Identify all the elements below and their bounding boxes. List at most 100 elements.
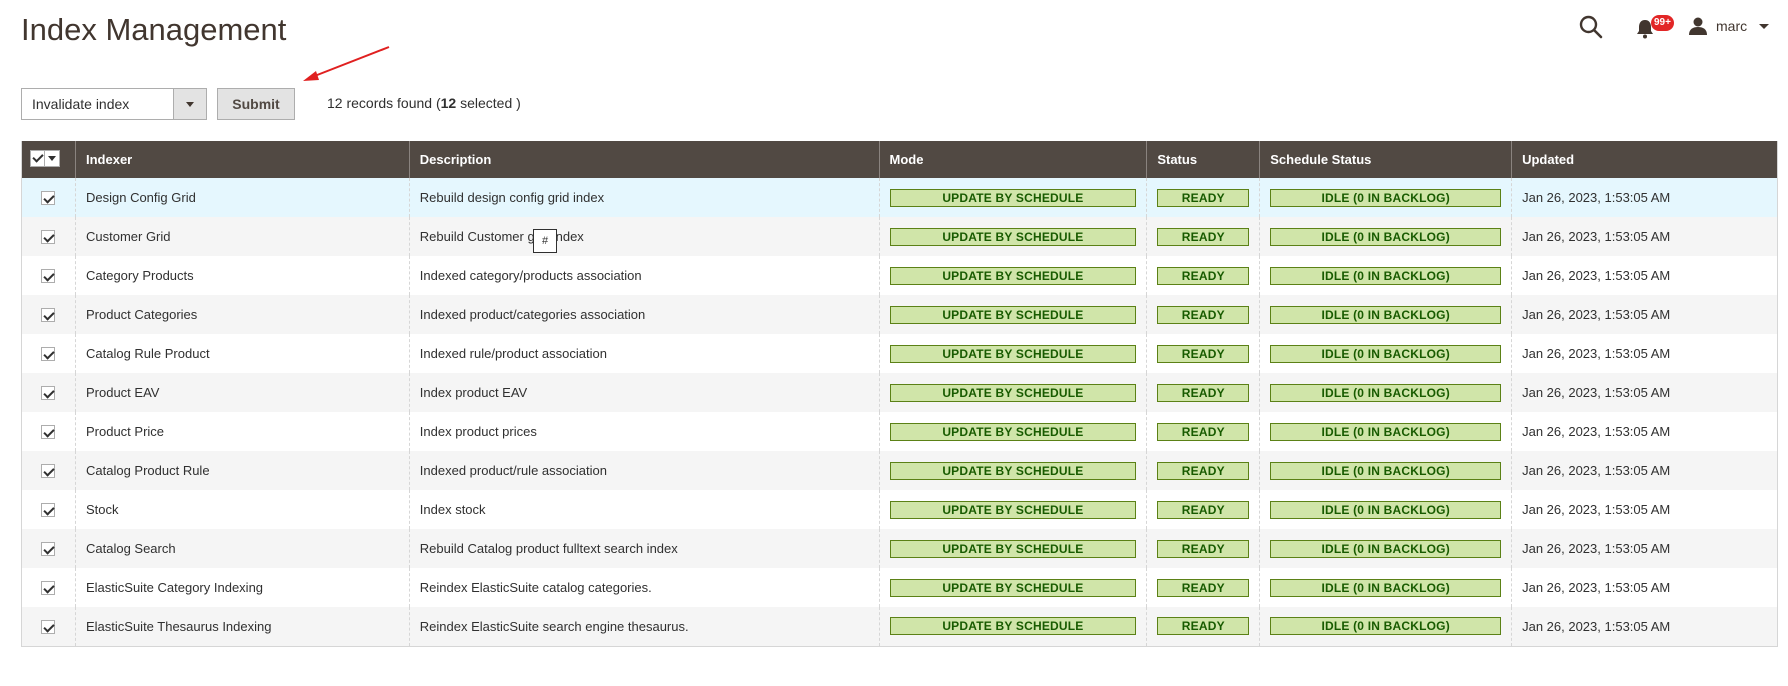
description-cell: Rebuild Catalog product fulltext search … [408,529,879,568]
row-select-cell[interactable] [22,412,76,451]
table-row[interactable]: Customer Grid Rebuild Customer grid index… [21,217,1778,256]
row-checkbox[interactable] [41,230,56,245]
description-cell: Indexed product/categories association [408,295,879,334]
submit-button[interactable]: Submit [217,88,295,120]
mode-badge: UPDATE BY SCHEDULE [889,461,1137,480]
row-checkbox[interactable] [41,542,56,557]
notifications-button[interactable]: 99+ [1633,12,1674,42]
row-checkbox[interactable] [41,347,56,362]
indexer-cell: Product Price [74,412,410,451]
row-select-cell[interactable] [22,568,76,607]
row-select-cell[interactable] [21,607,76,647]
description-cell: Indexed rule/product association [408,334,879,373]
schedule-status-cell: IDLE (0 IN BACKLOG) [1259,568,1512,607]
row-select-cell[interactable] [21,217,76,256]
mode-cell: UPDATE BY SCHEDULE [878,295,1147,334]
column-header-updated[interactable]: Updated [1511,141,1778,178]
user-name: marc [1716,18,1748,34]
schedule-status-badge: IDLE (0 IN BACKLOG) [1270,305,1502,324]
status-badge: READY [1157,227,1250,246]
table-row[interactable]: ElasticSuite Thesaurus Indexing Reindex E… [21,607,1778,647]
row-select-cell[interactable] [22,256,76,295]
schedule-status-badge: IDLE (0 IN BACKLOG) [1270,617,1502,636]
schedule-status-cell: IDLE (0 IN BACKLOG) [1259,217,1512,256]
mode-cell: UPDATE BY SCHEDULE [878,334,1147,373]
row-checkbox[interactable] [41,269,56,284]
mass-select-dropdown[interactable] [45,156,59,161]
schedule-status-badge: IDLE (0 IN BACKLOG) [1270,266,1502,285]
select-toggle[interactable] [173,89,206,119]
updated-cell: Jan 26, 2023, 1:53:05 AM [1511,412,1778,451]
table-row[interactable]: Stock Index stock UPDATE BY SCHEDULE READY I… [22,490,1778,529]
select-all-checkbox[interactable] [31,151,45,166]
table-row[interactable]: Product Categories Indexed product/catego… [21,295,1778,334]
row-checkbox[interactable] [41,191,56,206]
status-badge: READY [1157,344,1250,363]
row-select-cell[interactable] [21,373,76,412]
indexer-cell: Catalog Product Rule [74,451,410,490]
row-checkbox[interactable] [41,425,56,440]
mode-badge: UPDATE BY SCHEDULE [889,500,1137,519]
table-row[interactable]: ElasticSuite Category Indexing Reindex El… [22,568,1778,607]
search-icon [1579,15,1603,39]
mode-cell: UPDATE BY SCHEDULE [878,412,1147,451]
indexer-cell: ElasticSuite Thesaurus Indexing [74,607,410,647]
notification-count-badge: 99+ [1651,15,1674,31]
table-row[interactable]: Product Price Index product prices UPDATE … [22,412,1778,451]
row-select-cell[interactable] [21,295,76,334]
table-row[interactable]: Design Config Grid Rebuild design config … [21,178,1778,217]
mode-badge: UPDATE BY SCHEDULE [889,578,1137,597]
mass-action-selected-value: Invalidate index [32,96,130,112]
mass-action-select[interactable]: Invalidate index [21,88,207,120]
table-row[interactable]: Catalog Product Rule Indexed product/rule… [21,451,1778,490]
status-badge: READY [1157,305,1250,324]
column-header-mode[interactable]: Mode [878,141,1147,178]
row-select-cell[interactable] [21,451,76,490]
column-header-description[interactable]: Description [408,141,879,178]
mode-cell: UPDATE BY SCHEDULE [878,529,1147,568]
user-account-menu[interactable]: marc [1688,14,1770,38]
records-selected-count: 12 [440,95,457,111]
indexer-cell: Product EAV [74,373,410,412]
status-badge: READY [1157,422,1250,441]
row-select-cell[interactable] [22,490,76,529]
table-row[interactable]: Catalog Search Rebuild Catalog product fu… [21,529,1778,568]
status-cell: READY [1146,607,1260,647]
description-cell: Index product EAV [408,373,879,412]
mass-select-control[interactable] [30,150,60,167]
mode-cell: UPDATE BY SCHEDULE [878,178,1147,217]
indexer-cell: Stock [74,490,410,529]
indexer-cell: Product Categories [74,295,410,334]
table-row[interactable]: Product EAV Index product EAV UPDATE BY SC… [21,373,1778,412]
row-select-cell[interactable] [21,529,76,568]
row-select-cell[interactable] [22,334,76,373]
mode-badge: UPDATE BY SCHEDULE [889,266,1137,285]
status-cell: READY [1146,529,1260,568]
table-row[interactable]: Catalog Rule Product Indexed rule/product… [22,334,1778,373]
search-button[interactable] [1578,14,1604,40]
updated-cell: Jan 26, 2023, 1:53:05 AM [1511,451,1778,490]
row-checkbox[interactable] [41,464,56,479]
updated-cell: Jan 26, 2023, 1:53:05 AM [1511,607,1778,647]
description-cell: Index product prices [408,412,879,451]
updated-cell: Jan 26, 2023, 1:53:05 AM [1511,490,1778,529]
row-checkbox[interactable] [41,620,56,635]
status-badge: READY [1157,617,1250,636]
status-cell: READY [1146,334,1260,373]
row-checkbox[interactable] [41,308,56,323]
schedule-status-badge: IDLE (0 IN BACKLOG) [1270,422,1502,441]
indexer-cell: Category Products [74,256,410,295]
mode-badge: UPDATE BY SCHEDULE [889,227,1137,246]
mass-select-header[interactable] [21,141,76,178]
table-row[interactable]: Category Products Indexed category/produc… [22,256,1778,295]
column-header-indexer[interactable]: Indexer [74,141,410,178]
chevron-down-icon [48,156,56,161]
column-header-status[interactable]: Status [1146,141,1260,178]
column-header-schedule-status[interactable]: Schedule Status [1259,141,1512,178]
row-checkbox[interactable] [41,581,56,596]
row-checkbox[interactable] [41,386,56,401]
row-select-cell[interactable] [21,178,76,217]
row-checkbox[interactable] [41,503,56,518]
schedule-status-badge: IDLE (0 IN BACKLOG) [1270,500,1502,519]
mode-badge: UPDATE BY SCHEDULE [889,383,1137,402]
